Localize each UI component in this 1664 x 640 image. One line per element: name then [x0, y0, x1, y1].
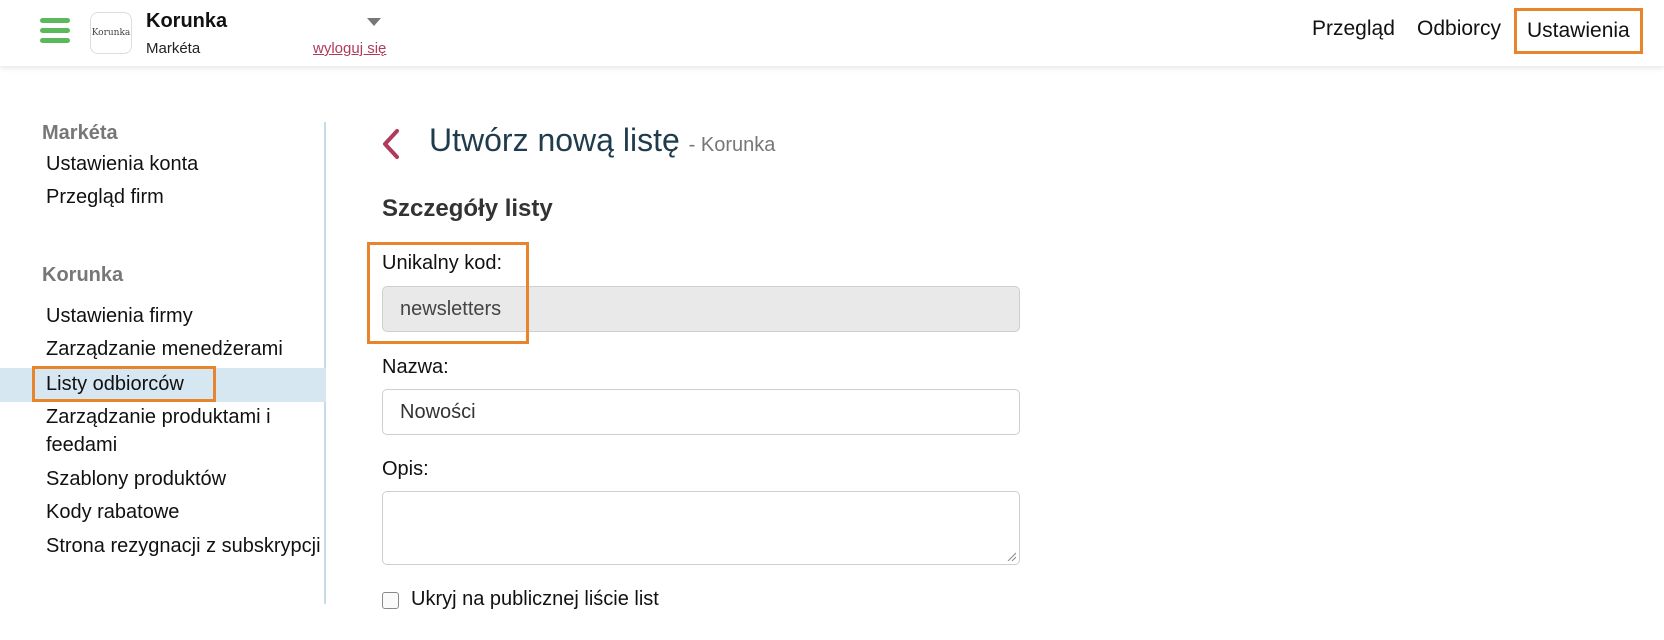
section-title: Szczegóły listy	[382, 195, 553, 222]
nav-odbiorcy[interactable]: Odbiorcy	[1417, 17, 1501, 41]
name-label: Nazwa:	[382, 356, 449, 378]
sidebar-item-strona-rezygnacji[interactable]: Strona rezygnacji z subskrypcji	[46, 532, 321, 560]
top-header: Korunka Korunka Markéta wyloguj się Prze…	[0, 0, 1664, 66]
sidebar-item-zarzadzanie-produktami-cont[interactable]: feedami	[46, 431, 117, 459]
description-field[interactable]	[382, 491, 1020, 565]
sidebar-heading-user: Markéta	[42, 122, 118, 144]
sidebar-item-kody-rabatowe[interactable]: Kody rabatowe	[46, 498, 179, 526]
description-label: Opis:	[382, 458, 429, 480]
back-arrow-icon[interactable]	[380, 128, 402, 160]
hide-checkbox-label[interactable]: Ukryj na publicznej liście list	[411, 588, 659, 611]
name-field[interactable]: Nowości	[382, 389, 1020, 435]
page-title: Utwórz nową listę - Korunka	[429, 122, 775, 159]
highlight-box-listy	[32, 366, 216, 402]
hide-checkbox[interactable]	[382, 592, 399, 609]
sidebar-item-zarzadzanie-produktami[interactable]: Zarządzanie produktami i	[46, 403, 271, 431]
logout-link[interactable]: wyloguj się	[313, 40, 386, 57]
resize-grip-icon[interactable]	[1006, 551, 1016, 561]
user-name: Markéta	[146, 40, 201, 57]
sidebar-item-przeglad-firm[interactable]: Przegląd firm	[46, 183, 164, 211]
sidebar-item-szablony-produktow[interactable]: Szablony produktów	[46, 465, 226, 493]
nav-ustawienia[interactable]: Ustawienia	[1514, 8, 1643, 54]
nav-przeglad[interactable]: Przegląd	[1312, 17, 1395, 41]
sidebar-heading-company: Korunka	[42, 264, 124, 286]
sidebar-item-ustawienia-firmy[interactable]: Ustawienia firmy	[46, 302, 193, 330]
sidebar-item-ustawienia-konta[interactable]: Ustawienia konta	[46, 150, 198, 178]
sidebar: Markéta Ustawienia konta Przegląd firm K…	[0, 122, 326, 604]
company-logo: Korunka	[90, 12, 132, 54]
page-subtitle: - Korunka	[688, 134, 776, 156]
sidebar-item-zarzadzanie-menedzerami[interactable]: Zarządzanie menedżerami	[46, 335, 283, 363]
page-title-text: Utwórz nową listę	[429, 122, 680, 158]
highlight-box-code	[367, 242, 529, 344]
menu-icon[interactable]	[40, 18, 70, 44]
company-name: Korunka	[146, 10, 228, 32]
chevron-down-icon[interactable]	[367, 18, 381, 26]
